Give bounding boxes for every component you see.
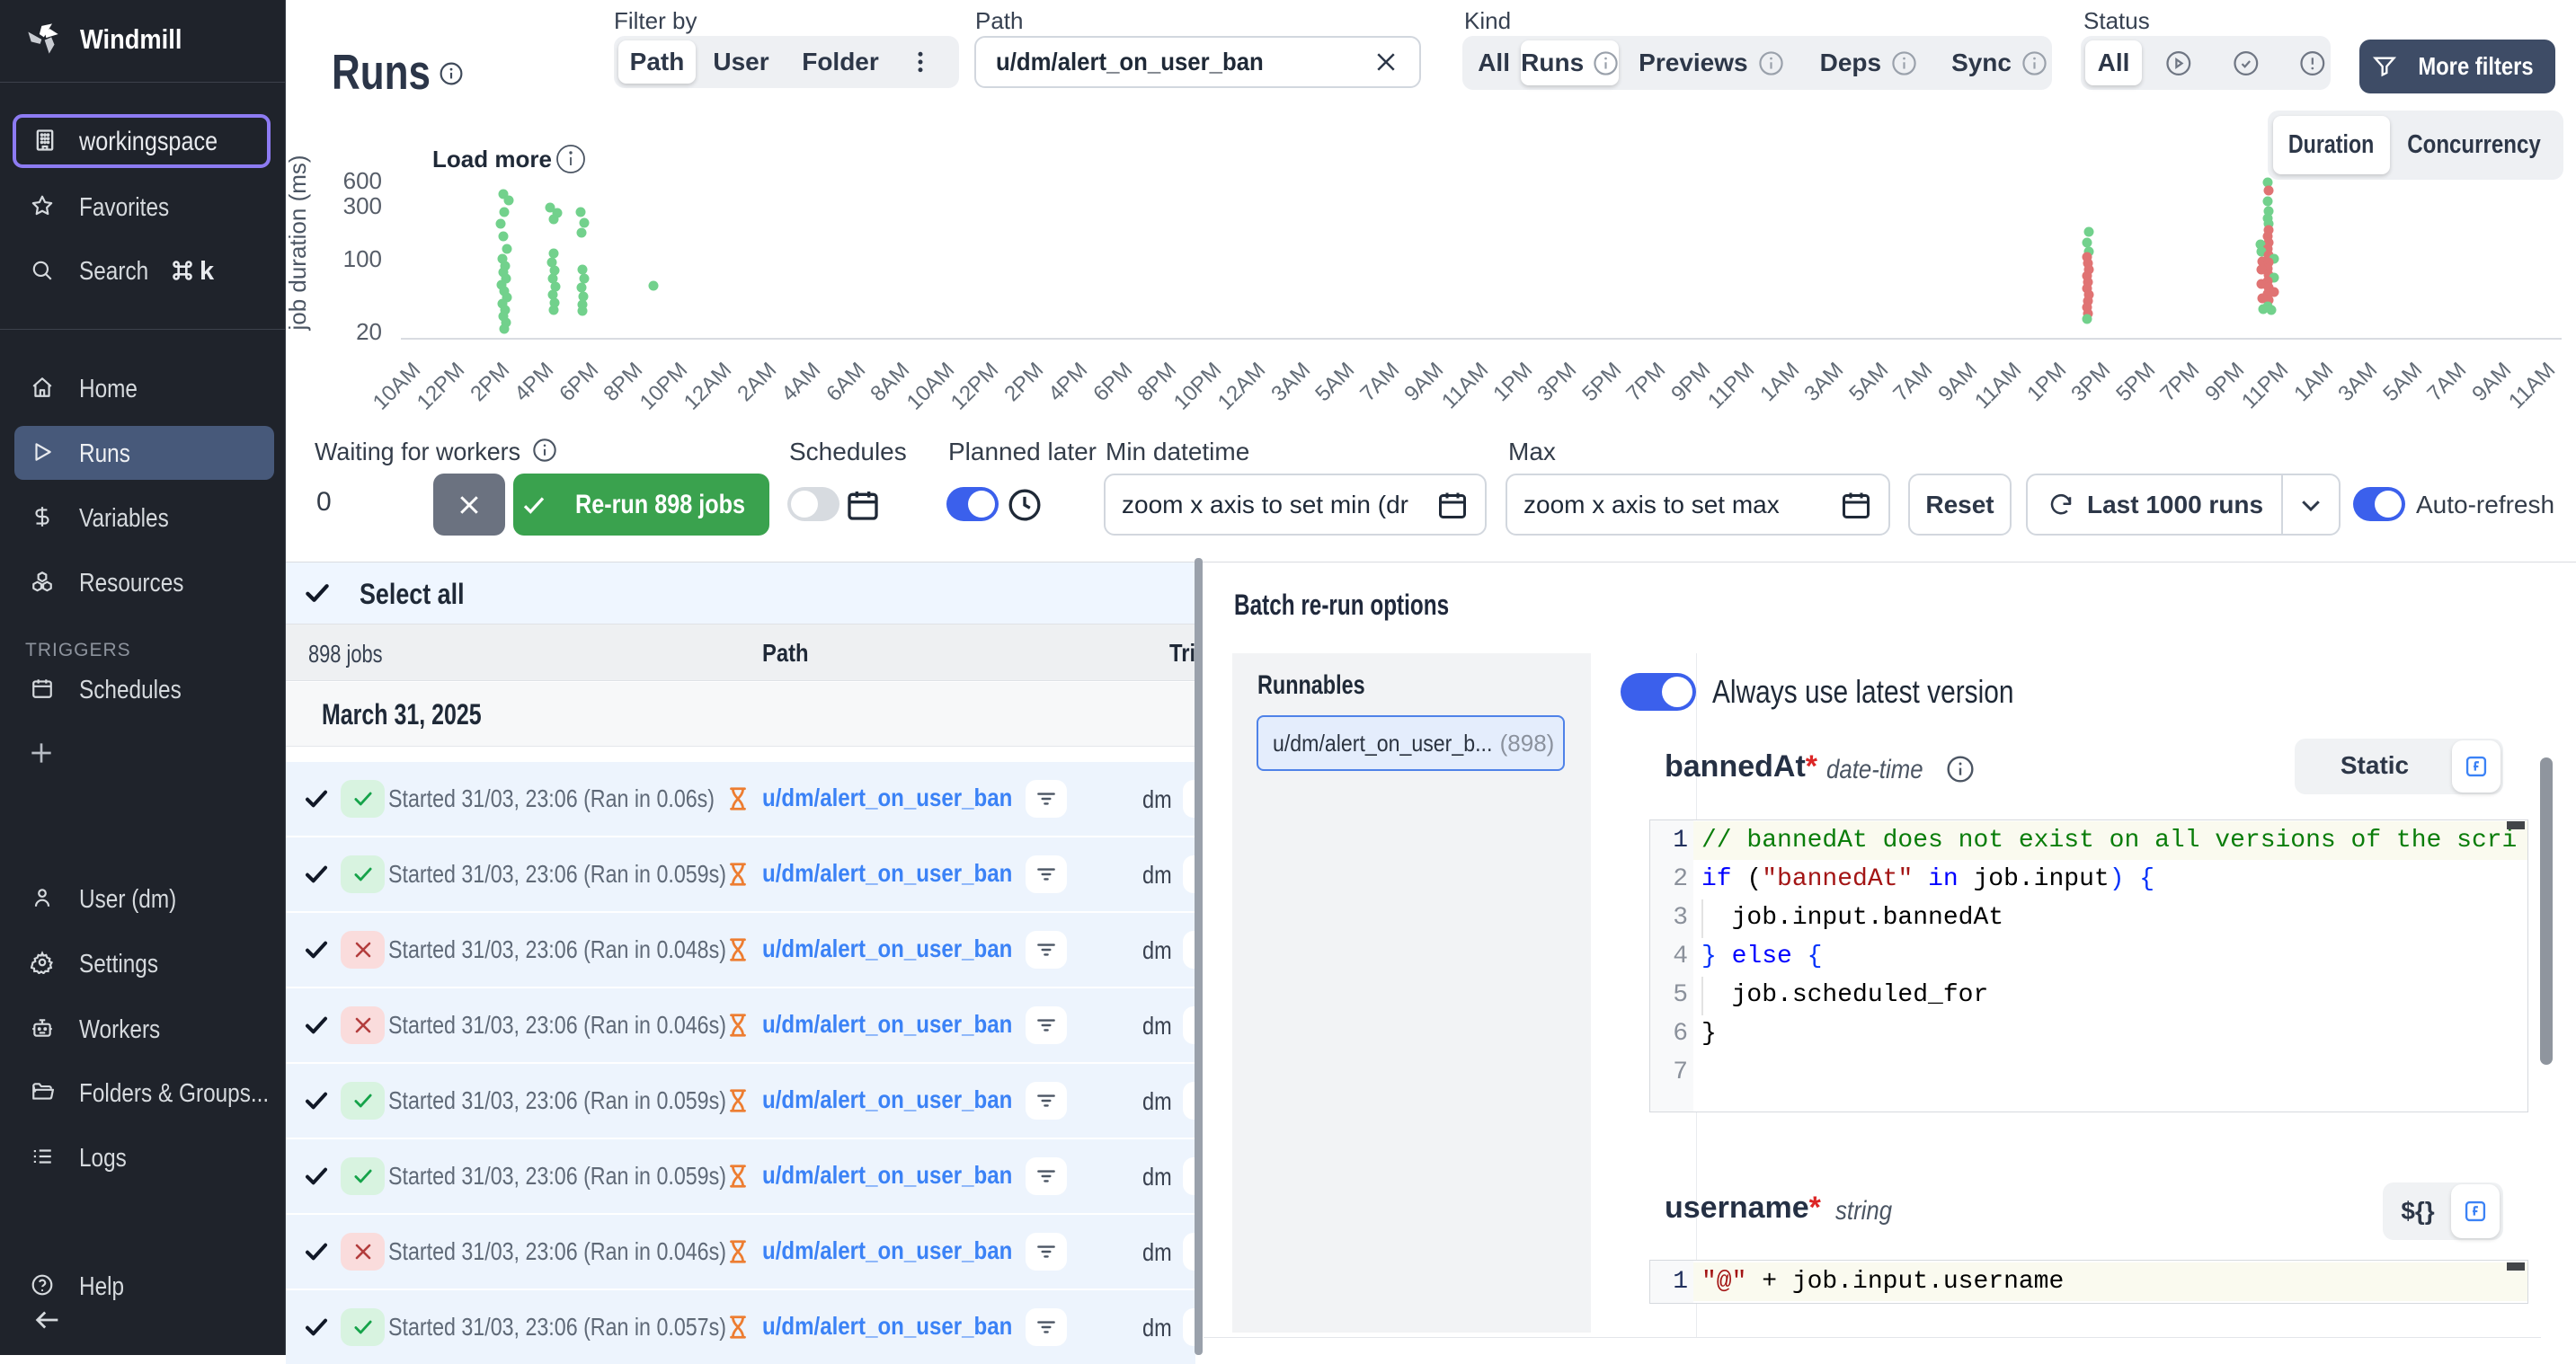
- svg-text:7PM: 7PM: [1621, 358, 1670, 406]
- svg-text:100: 100: [343, 245, 382, 272]
- svg-text:2AM: 2AM: [733, 358, 781, 406]
- svg-text:7AM: 7AM: [2422, 358, 2471, 406]
- svg-text:4PM: 4PM: [510, 358, 558, 406]
- svg-text:10AM: 10AM: [902, 358, 959, 413]
- svg-text:1AM: 1AM: [1755, 358, 1804, 406]
- svg-text:5PM: 5PM: [1577, 358, 1626, 406]
- svg-text:1PM: 1PM: [2022, 358, 2071, 406]
- svg-text:4PM: 4PM: [1044, 358, 1092, 406]
- svg-text:300: 300: [343, 192, 382, 219]
- svg-text:12AM: 12AM: [1213, 358, 1270, 413]
- svg-text:5AM: 5AM: [2378, 358, 2427, 406]
- svg-text:2PM: 2PM: [999, 358, 1048, 406]
- svg-text:10AM: 10AM: [369, 358, 425, 413]
- svg-text:3PM: 3PM: [1532, 358, 1581, 406]
- svg-text:11PM: 11PM: [1703, 358, 1759, 413]
- svg-text:3AM: 3AM: [1266, 358, 1315, 406]
- svg-text:1AM: 1AM: [2289, 358, 2338, 406]
- svg-text:7AM: 7AM: [1888, 358, 1937, 406]
- svg-text:6AM: 6AM: [822, 358, 870, 406]
- svg-text:6PM: 6PM: [1088, 358, 1137, 406]
- svg-text:10PM: 10PM: [1169, 358, 1226, 413]
- svg-text:600: 600: [343, 167, 382, 194]
- svg-text:12PM: 12PM: [946, 358, 1003, 413]
- svg-text:5AM: 5AM: [1310, 358, 1359, 406]
- svg-text:5AM: 5AM: [1844, 358, 1893, 406]
- svg-text:job duration (ms): job duration (ms): [286, 155, 311, 331]
- svg-text:3PM: 3PM: [2066, 358, 2115, 406]
- svg-text:5PM: 5PM: [2111, 358, 2160, 406]
- svg-text:11PM: 11PM: [2237, 358, 2293, 413]
- svg-text:1PM: 1PM: [1488, 358, 1537, 406]
- svg-text:4AM: 4AM: [777, 358, 825, 406]
- svg-text:3AM: 3AM: [1799, 358, 1848, 406]
- svg-text:12PM: 12PM: [413, 358, 469, 413]
- svg-text:11AM: 11AM: [1970, 358, 2026, 413]
- svg-text:2PM: 2PM: [466, 358, 514, 406]
- svg-text:6PM: 6PM: [555, 358, 603, 406]
- svg-text:11AM: 11AM: [2504, 358, 2560, 413]
- svg-text:20: 20: [356, 318, 382, 345]
- svg-text:Load more: Load more: [432, 146, 552, 173]
- svg-text:11AM: 11AM: [1437, 358, 1493, 413]
- svg-text:12AM: 12AM: [680, 358, 736, 413]
- svg-text:7PM: 7PM: [2155, 358, 2204, 406]
- svg-text:3AM: 3AM: [2333, 358, 2382, 406]
- svg-text:10PM: 10PM: [635, 358, 692, 413]
- svg-text:7AM: 7AM: [1355, 358, 1404, 406]
